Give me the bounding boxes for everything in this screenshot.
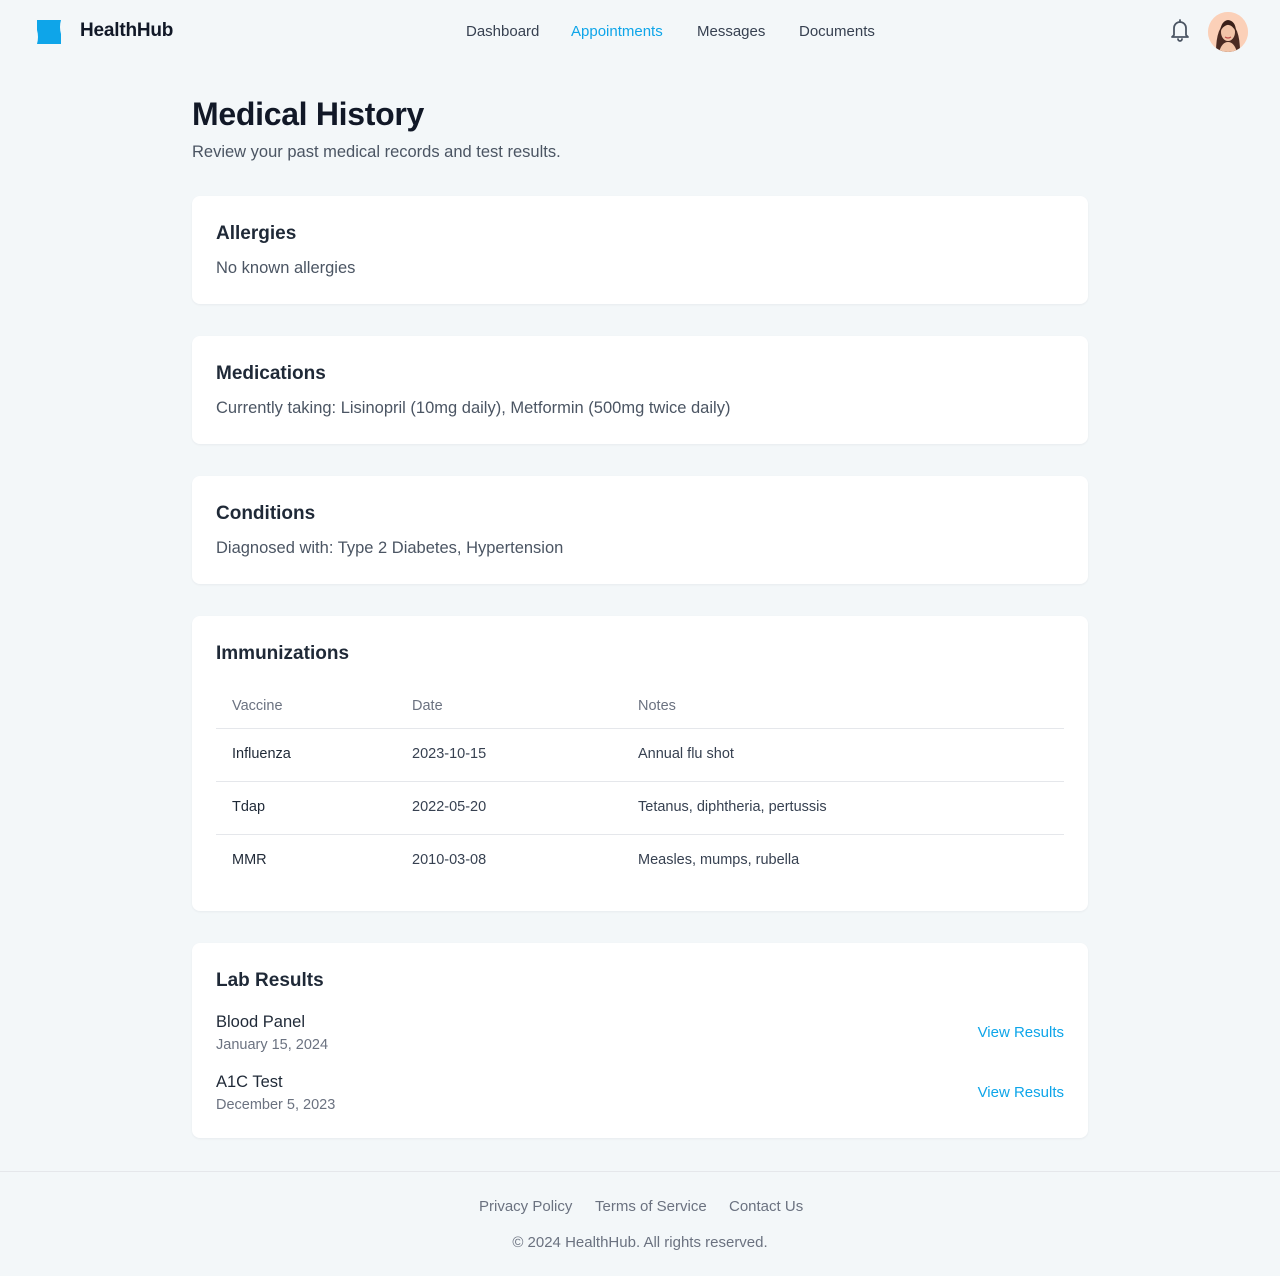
page-subtitle: Review your past medical records and tes… (192, 143, 561, 161)
page-title: Medical History (192, 96, 425, 132)
immunizations-table: Vaccine Date Notes Influenza 2023-10-15 … (216, 696, 1064, 888)
column-header-date: Date (412, 698, 443, 714)
allergies-card: Allergies No known allergies (192, 196, 1088, 304)
vaccine-cell: MMR (232, 852, 267, 868)
copyright-text: © 2024 HealthHub. All rights reserved. (512, 1234, 768, 1251)
medications-card: Medications Currently taking: Lisinopril… (192, 336, 1088, 444)
medications-text: Currently taking: Lisinopril (10mg daily… (216, 399, 731, 417)
table-row: Influenza 2023-10-15 Annual flu shot (216, 729, 1064, 782)
view-results-link[interactable]: View Results (978, 1084, 1064, 1101)
footer-privacy-link[interactable]: Privacy Policy (479, 1198, 572, 1215)
table-header: Vaccine Date Notes (216, 696, 1064, 729)
lab-date: January 15, 2024 (216, 1037, 329, 1053)
user-avatar[interactable] (1208, 12, 1248, 52)
conditions-text: Diagnosed with: Type 2 Diabetes, Hyperte… (216, 539, 564, 557)
nav-dashboard[interactable]: Dashboard (466, 23, 539, 40)
conditions-title: Conditions (216, 503, 316, 524)
vaccine-cell: Tdap (232, 799, 266, 815)
bell-icon[interactable] (1169, 18, 1191, 42)
view-results-link[interactable]: View Results (978, 1024, 1064, 1041)
lab-results-title: Lab Results (216, 970, 324, 991)
main-nav: Dashboard Appointments Messages Document… (0, 23, 1280, 43)
nav-appointments[interactable]: Appointments (571, 23, 663, 40)
column-header-notes: Notes (638, 698, 676, 714)
notes-cell: Annual flu shot (638, 746, 734, 762)
footer-contact-link[interactable]: Contact Us (729, 1198, 803, 1215)
date-cell: 2010-03-08 (412, 852, 487, 868)
lab-date: December 5, 2023 (216, 1097, 336, 1113)
allergies-text: No known allergies (216, 259, 356, 277)
immunizations-title: Immunizations (216, 643, 350, 664)
date-cell: 2022-05-20 (412, 799, 487, 815)
vaccine-cell: Influenza (232, 746, 291, 762)
lab-name: A1C Test (216, 1073, 283, 1091)
table-row: MMR 2010-03-08 Measles, mumps, rubella (216, 835, 1064, 888)
date-cell: 2023-10-15 (412, 746, 487, 762)
allergies-title: Allergies (216, 223, 297, 244)
conditions-card: Conditions Diagnosed with: Type 2 Diabet… (192, 476, 1088, 584)
nav-messages[interactable]: Messages (697, 23, 765, 40)
top-header: HealthHub Dashboard Appointments Message… (0, 0, 1280, 64)
immunizations-card: Immunizations Vaccine Date Notes Influen… (192, 616, 1088, 911)
table-row: Tdap 2022-05-20 Tetanus, diphtheria, per… (216, 782, 1064, 835)
notes-cell: Tetanus, diphtheria, pertussis (638, 799, 827, 815)
footer-terms-link[interactable]: Terms of Service (595, 1198, 707, 1215)
medications-title: Medications (216, 363, 326, 384)
footer: Privacy Policy Terms of Service Contact … (0, 1171, 1280, 1276)
notes-cell: Measles, mumps, rubella (638, 852, 800, 868)
lab-name: Blood Panel (216, 1013, 305, 1031)
lab-results-card: Lab Results Blood Panel January 15, 2024… (192, 943, 1088, 1138)
column-header-vaccine: Vaccine (232, 698, 283, 714)
avatar-portrait-icon (1208, 12, 1248, 52)
nav-documents[interactable]: Documents (799, 23, 875, 40)
